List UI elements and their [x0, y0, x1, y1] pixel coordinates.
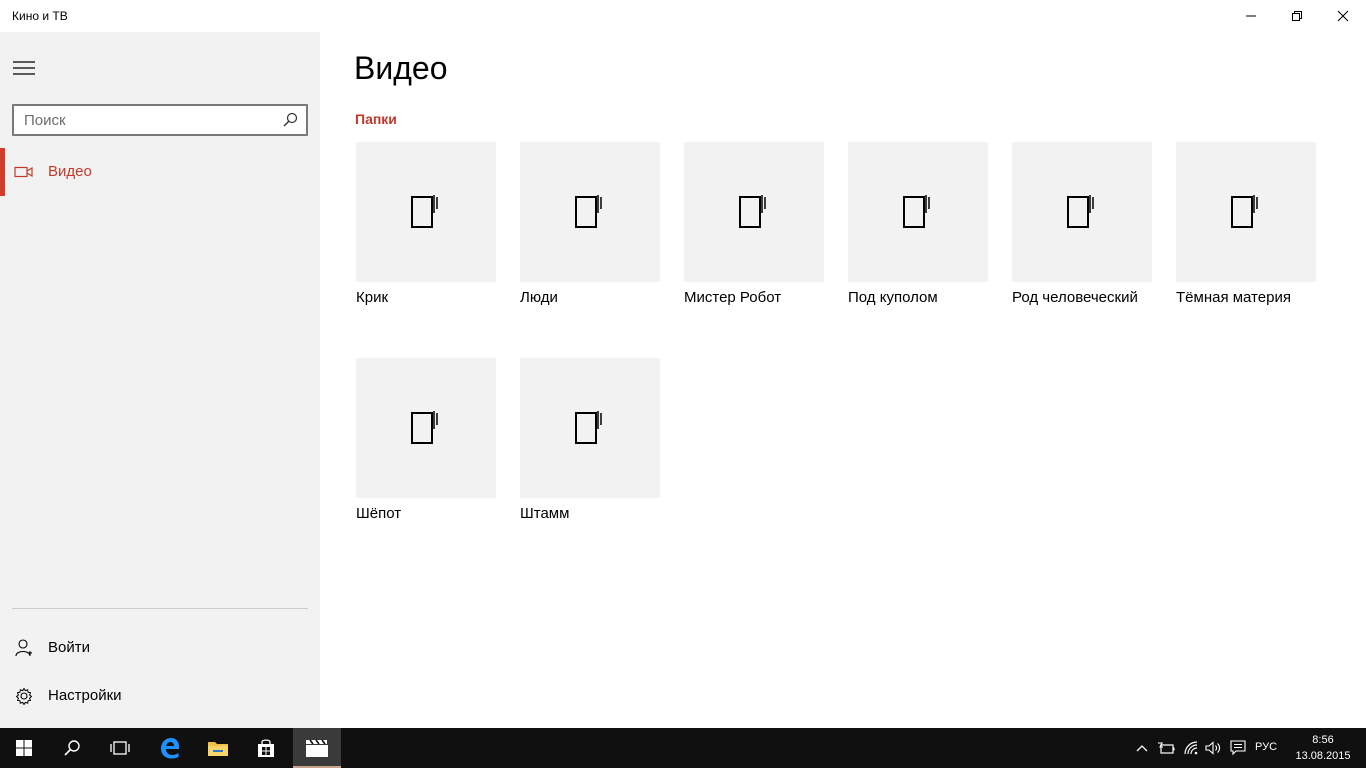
search-icon — [283, 112, 298, 127]
main-content: Видео Папки Крик Люди Мистер Робот Под к… — [320, 32, 1366, 728]
folder-thumbnail — [1012, 142, 1152, 282]
folder-tile[interactable]: Под куполом — [848, 142, 988, 306]
sidebar-item-label: Войти — [48, 639, 90, 656]
search-icon — [64, 740, 80, 756]
folder-tile[interactable]: Крик — [356, 142, 496, 306]
folder-tile[interactable]: Люди — [520, 142, 660, 306]
folder-icon — [1231, 195, 1258, 228]
clapperboard-icon — [306, 739, 328, 757]
folder-name: Тёмная материя — [1176, 289, 1291, 306]
folder-icon — [575, 195, 602, 228]
task-view-icon — [110, 741, 130, 755]
page-title: Видео — [354, 50, 448, 86]
chevron-up-icon — [1136, 745, 1148, 752]
movies-tv-taskbar-button[interactable] — [293, 728, 341, 768]
sidebar: Поиск Видео Войти Настройки — [0, 32, 320, 728]
folder-thumbnail — [684, 142, 824, 282]
folder-tile[interactable]: Мистер Робот — [684, 142, 824, 306]
sidebar-divider — [12, 608, 308, 609]
restore-icon — [1292, 11, 1302, 21]
section-header-folders: Папки — [355, 111, 397, 127]
hamburger-menu-button[interactable] — [0, 48, 48, 88]
edge-taskbar-button[interactable] — [146, 728, 194, 768]
start-button[interactable] — [0, 728, 48, 768]
search-placeholder: Поиск — [24, 112, 66, 129]
person-icon — [14, 638, 34, 658]
folder-icon — [411, 195, 438, 228]
folder-icon — [739, 195, 766, 228]
folder-icon — [411, 411, 438, 444]
action-center-button[interactable] — [1228, 728, 1248, 768]
folder-name: Мистер Робот — [684, 289, 782, 306]
sidebar-item-video[interactable]: Видео — [0, 148, 320, 196]
folder-icon — [208, 742, 228, 756]
windows-logo-icon — [16, 740, 32, 756]
edge-icon — [161, 738, 179, 759]
task-view-button[interactable] — [96, 728, 144, 768]
folder-tile[interactable]: Штамм — [520, 358, 660, 522]
clock-date: 13.08.2015 — [1295, 750, 1351, 762]
power-tray-button[interactable] — [1156, 728, 1176, 768]
sidebar-item-signin[interactable]: Войти — [0, 624, 320, 672]
title-bar: Кино и ТВ — [0, 0, 1366, 32]
folder-thumbnail — [520, 142, 660, 282]
restore-button[interactable] — [1274, 0, 1320, 32]
taskbar: РУС 8:56 13.08.2015 — [0, 728, 1366, 768]
notification-icon — [1230, 740, 1246, 756]
folder-tile[interactable]: Тёмная материя — [1176, 142, 1316, 306]
folder-icon — [903, 195, 930, 228]
sidebar-item-label: Видео — [48, 163, 92, 180]
minimize-button[interactable] — [1228, 0, 1274, 32]
folder-name: Штамм — [520, 505, 570, 522]
active-indicator — [0, 148, 5, 196]
file-explorer-taskbar-button[interactable] — [194, 728, 242, 768]
folder-name: Люди — [520, 289, 558, 306]
folder-thumbnail — [356, 358, 496, 498]
battery-charging-icon — [1158, 742, 1175, 754]
store-taskbar-button[interactable] — [242, 728, 290, 768]
folder-tile[interactable]: Род человеческий — [1012, 142, 1152, 306]
minimize-icon — [1246, 15, 1256, 17]
search-input[interactable]: Поиск — [12, 104, 308, 136]
show-hidden-icons-button[interactable] — [1134, 728, 1150, 768]
sidebar-item-settings[interactable]: Настройки — [0, 672, 320, 720]
folder-name: Под куполом — [848, 289, 938, 306]
folder-thumbnail — [520, 358, 660, 498]
close-icon — [1337, 10, 1349, 22]
folder-icon — [575, 411, 602, 444]
taskbar-clock[interactable]: 8:56 13.08.2015 — [1290, 732, 1356, 764]
input-language-indicator[interactable]: РУС — [1255, 741, 1277, 753]
wifi-icon — [1184, 741, 1198, 755]
hamburger-icon — [13, 61, 35, 75]
clock-time: 8:56 — [1312, 734, 1334, 746]
taskbar-search-button[interactable] — [48, 728, 96, 768]
close-button[interactable] — [1320, 0, 1366, 32]
search-button[interactable] — [278, 109, 302, 131]
sidebar-item-label: Настройки — [48, 687, 122, 704]
folder-icon — [1067, 195, 1094, 228]
folder-name: Род человеческий — [1012, 289, 1138, 306]
network-tray-button[interactable] — [1182, 728, 1202, 768]
gear-icon — [14, 686, 34, 706]
video-camera-icon — [14, 162, 34, 182]
folder-name: Шёпот — [356, 505, 402, 522]
folder-thumbnail — [848, 142, 988, 282]
volume-tray-button[interactable] — [1204, 728, 1224, 768]
store-bag-icon — [258, 739, 274, 757]
folder-name: Крик — [356, 289, 389, 306]
speaker-icon — [1205, 741, 1220, 755]
folder-thumbnail — [356, 142, 496, 282]
folder-tile[interactable]: Шёпот — [356, 358, 496, 522]
window-title: Кино и ТВ — [12, 9, 68, 23]
folder-thumbnail — [1176, 142, 1316, 282]
